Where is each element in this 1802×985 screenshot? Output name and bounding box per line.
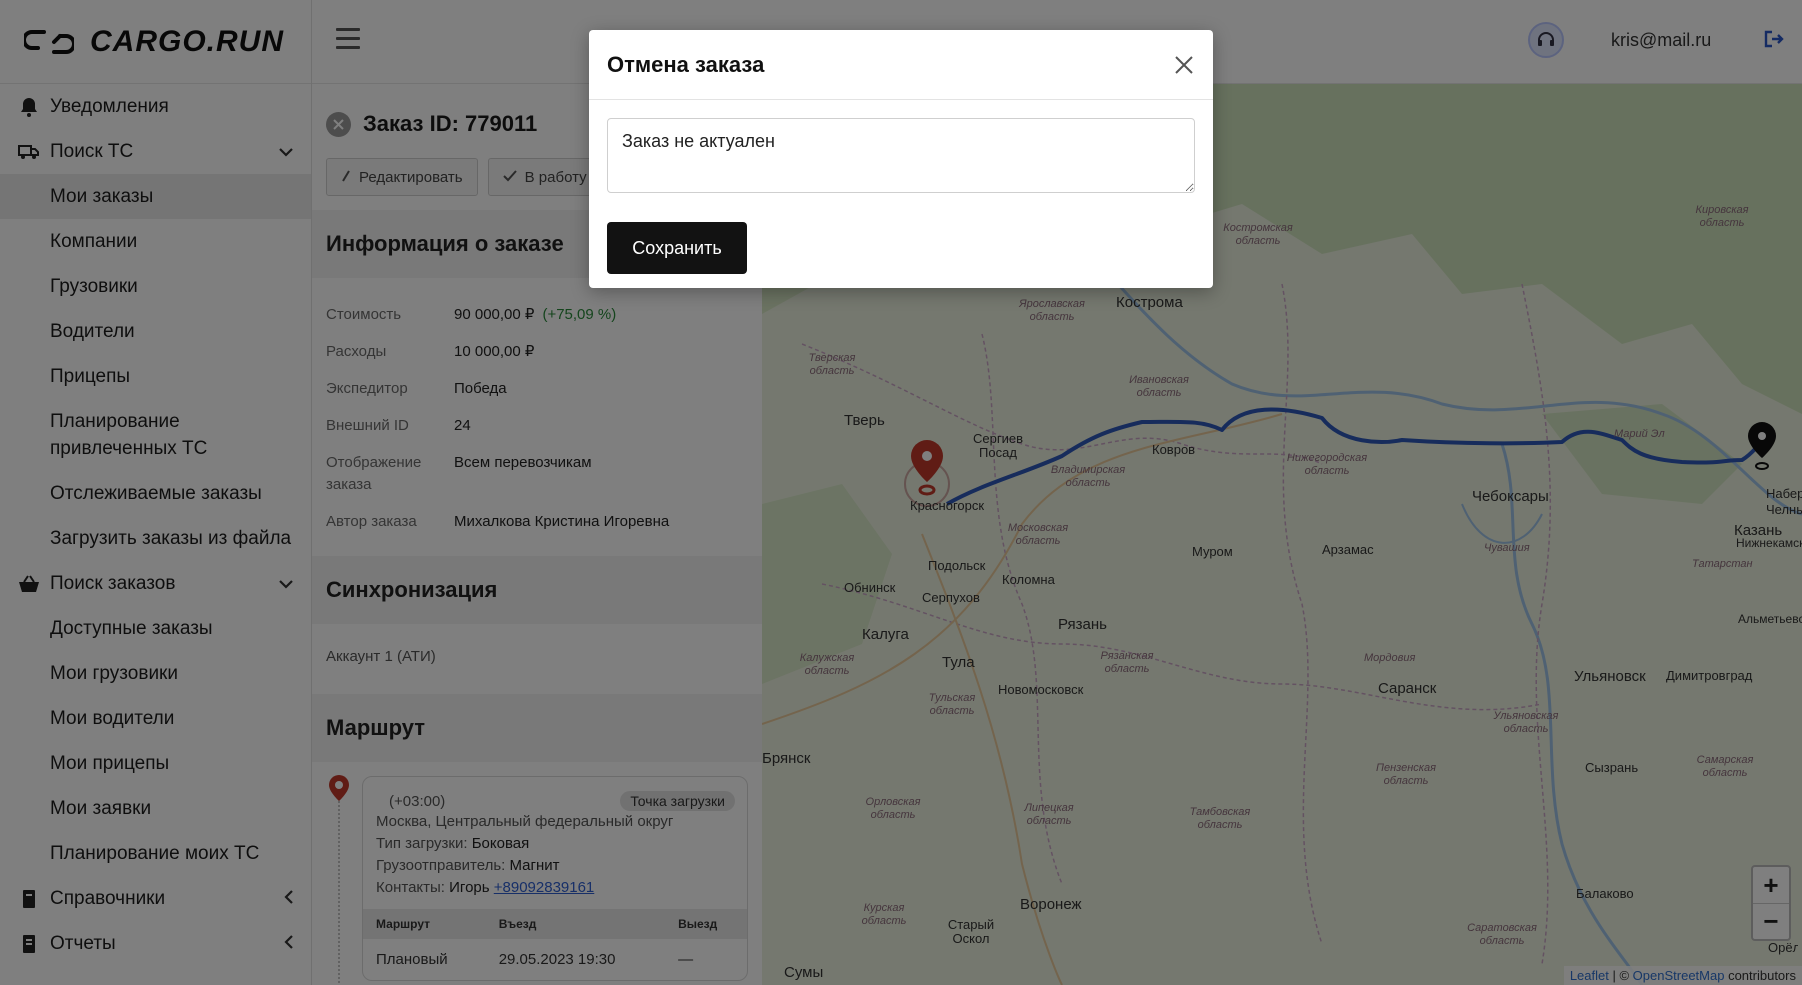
- save-button[interactable]: Сохранить: [607, 222, 747, 274]
- modal-body: Заказ не актуален Сохранить: [589, 100, 1213, 292]
- cancel-reason-textarea[interactable]: Заказ не актуален: [607, 118, 1195, 193]
- modal-title: Отмена заказа: [607, 51, 765, 77]
- close-icon[interactable]: [1169, 50, 1199, 80]
- cancel-order-modal: Отмена заказа Заказ не актуален Сохранит…: [589, 30, 1213, 288]
- modal-header: Отмена заказа: [589, 30, 1213, 100]
